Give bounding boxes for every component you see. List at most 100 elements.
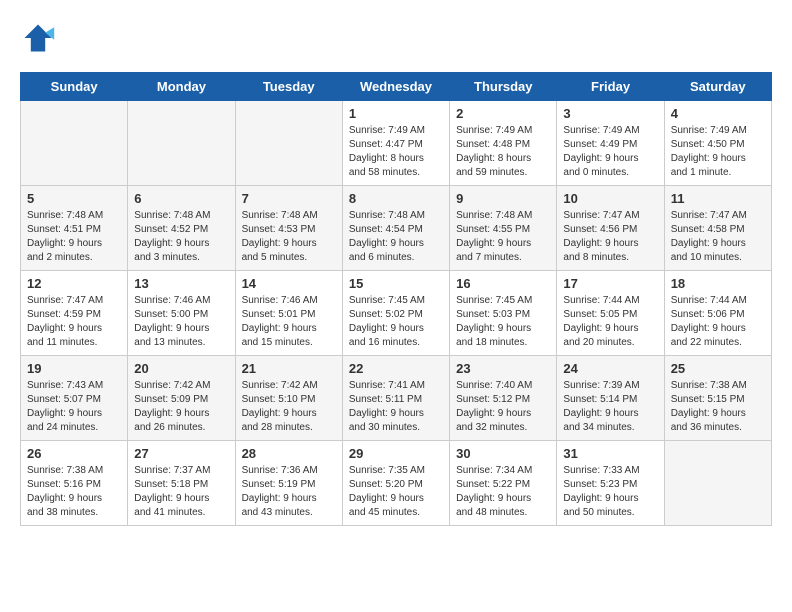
calendar-week-row: 26 Sunrise: 7:38 AM Sunset: 5:16 PM Dayli…	[21, 441, 772, 526]
calendar-cell: 25 Sunrise: 7:38 AM Sunset: 5:15 PM Dayli…	[664, 356, 771, 441]
day-info: Sunrise: 7:43 AM Sunset: 5:07 PM Dayligh…	[27, 379, 121, 435]
calendar-cell: 2 Sunrise: 7:49 AM Sunset: 4:48 PM Daylig…	[450, 101, 557, 186]
day-info: Sunrise: 7:45 AM Sunset: 5:03 PM Dayligh…	[456, 294, 550, 350]
day-info: Sunrise: 7:44 AM Sunset: 5:05 PM Dayligh…	[563, 294, 657, 350]
day-info: Sunrise: 7:38 AM Sunset: 5:15 PM Dayligh…	[671, 379, 765, 435]
day-info: Sunrise: 7:39 AM Sunset: 5:14 PM Dayligh…	[563, 379, 657, 435]
day-info: Sunrise: 7:47 AM Sunset: 4:56 PM Dayligh…	[563, 209, 657, 265]
logo-icon	[20, 20, 56, 56]
day-number: 24	[563, 361, 657, 376]
day-number: 1	[349, 106, 443, 121]
weekday-header-saturday: Saturday	[664, 73, 771, 101]
day-info: Sunrise: 7:37 AM Sunset: 5:18 PM Dayligh…	[134, 464, 228, 520]
day-info: Sunrise: 7:46 AM Sunset: 5:00 PM Dayligh…	[134, 294, 228, 350]
calendar-cell: 6 Sunrise: 7:48 AM Sunset: 4:52 PM Daylig…	[128, 186, 235, 271]
day-info: Sunrise: 7:48 AM Sunset: 4:54 PM Dayligh…	[349, 209, 443, 265]
day-info: Sunrise: 7:49 AM Sunset: 4:48 PM Dayligh…	[456, 124, 550, 180]
weekday-header-tuesday: Tuesday	[235, 73, 342, 101]
day-number: 4	[671, 106, 765, 121]
calendar-cell: 21 Sunrise: 7:42 AM Sunset: 5:10 PM Dayli…	[235, 356, 342, 441]
day-number: 6	[134, 191, 228, 206]
day-number: 12	[27, 276, 121, 291]
day-info: Sunrise: 7:45 AM Sunset: 5:02 PM Dayligh…	[349, 294, 443, 350]
day-number: 14	[242, 276, 336, 291]
day-info: Sunrise: 7:40 AM Sunset: 5:12 PM Dayligh…	[456, 379, 550, 435]
day-info: Sunrise: 7:48 AM Sunset: 4:51 PM Dayligh…	[27, 209, 121, 265]
day-info: Sunrise: 7:42 AM Sunset: 5:10 PM Dayligh…	[242, 379, 336, 435]
calendar-cell: 1 Sunrise: 7:49 AM Sunset: 4:47 PM Daylig…	[342, 101, 449, 186]
day-number: 7	[242, 191, 336, 206]
day-number: 2	[456, 106, 550, 121]
day-number: 31	[563, 446, 657, 461]
day-number: 13	[134, 276, 228, 291]
calendar-cell: 31 Sunrise: 7:33 AM Sunset: 5:23 PM Dayli…	[557, 441, 664, 526]
calendar-cell: 22Sunrise: 7:41 AM Sunset: 5:11 PM Dayli…	[342, 356, 449, 441]
calendar-cell: 24 Sunrise: 7:39 AM Sunset: 5:14 PM Dayli…	[557, 356, 664, 441]
weekday-header-monday: Monday	[128, 73, 235, 101]
calendar-week-row: 12 Sunrise: 7:47 AM Sunset: 4:59 PM Dayli…	[21, 271, 772, 356]
day-info: Sunrise: 7:49 AM Sunset: 4:50 PM Dayligh…	[671, 124, 765, 180]
calendar-cell: 15 Sunrise: 7:45 AM Sunset: 5:02 PM Dayli…	[342, 271, 449, 356]
day-number: 28	[242, 446, 336, 461]
calendar-week-row: 1 Sunrise: 7:49 AM Sunset: 4:47 PM Daylig…	[21, 101, 772, 186]
weekday-header-friday: Friday	[557, 73, 664, 101]
weekday-header-wednesday: Wednesday	[342, 73, 449, 101]
day-info: Sunrise: 7:47 AM Sunset: 4:59 PM Dayligh…	[27, 294, 121, 350]
calendar-cell: 12 Sunrise: 7:47 AM Sunset: 4:59 PM Dayli…	[21, 271, 128, 356]
header	[20, 20, 772, 56]
calendar-cell: 13 Sunrise: 7:46 AM Sunset: 5:00 PM Dayli…	[128, 271, 235, 356]
calendar-cell: 14 Sunrise: 7:46 AM Sunset: 5:01 PM Dayli…	[235, 271, 342, 356]
calendar-cell: 30 Sunrise: 7:34 AM Sunset: 5:22 PM Dayli…	[450, 441, 557, 526]
calendar-cell: 27Sunrise: 7:37 AM Sunset: 5:18 PM Dayli…	[128, 441, 235, 526]
day-info: Sunrise: 7:38 AM Sunset: 5:16 PM Dayligh…	[27, 464, 121, 520]
day-number: 8	[349, 191, 443, 206]
calendar-week-row: 5 Sunrise: 7:48 AM Sunset: 4:51 PM Daylig…	[21, 186, 772, 271]
day-info: Sunrise: 7:36 AM Sunset: 5:19 PM Dayligh…	[242, 464, 336, 520]
calendar-cell: 28 Sunrise: 7:36 AM Sunset: 5:19 PM Dayli…	[235, 441, 342, 526]
calendar-cell: 19 Sunrise: 7:43 AM Sunset: 5:07 PM Dayli…	[21, 356, 128, 441]
day-info: Sunrise: 7:48 AM Sunset: 4:52 PM Dayligh…	[134, 209, 228, 265]
weekday-header-thursday: Thursday	[450, 73, 557, 101]
day-number: 19	[27, 361, 121, 376]
day-info: Sunrise: 7:49 AM Sunset: 4:47 PM Dayligh…	[349, 124, 443, 180]
day-info: Sunrise: 7:44 AM Sunset: 5:06 PM Dayligh…	[671, 294, 765, 350]
day-number: 20	[134, 361, 228, 376]
day-info: Sunrise: 7:49 AM Sunset: 4:49 PM Dayligh…	[563, 124, 657, 180]
logo	[20, 20, 62, 56]
day-info: Sunrise: 7:42 AM Sunset: 5:09 PM Dayligh…	[134, 379, 228, 435]
day-info: Sunrise: 7:47 AM Sunset: 4:58 PM Dayligh…	[671, 209, 765, 265]
day-number: 26	[27, 446, 121, 461]
calendar-cell: 18 Sunrise: 7:44 AM Sunset: 5:06 PM Dayli…	[664, 271, 771, 356]
calendar-cell: 23 Sunrise: 7:40 AM Sunset: 5:12 PM Dayli…	[450, 356, 557, 441]
day-info: Sunrise: 7:46 AM Sunset: 5:01 PM Dayligh…	[242, 294, 336, 350]
weekday-header-sunday: Sunday	[21, 73, 128, 101]
day-number: 11	[671, 191, 765, 206]
day-number: 9	[456, 191, 550, 206]
day-number: 15	[349, 276, 443, 291]
day-number: 30	[456, 446, 550, 461]
day-number: 21	[242, 361, 336, 376]
day-number: 25	[671, 361, 765, 376]
calendar-cell	[128, 101, 235, 186]
calendar-week-row: 19 Sunrise: 7:43 AM Sunset: 5:07 PM Dayli…	[21, 356, 772, 441]
day-info: Sunrise: 7:41 AM Sunset: 5:11 PM Dayligh…	[349, 379, 443, 435]
calendar-cell: 8 Sunrise: 7:48 AM Sunset: 4:54 PM Daylig…	[342, 186, 449, 271]
calendar-cell	[21, 101, 128, 186]
day-number: 23	[456, 361, 550, 376]
calendar-table: SundayMondayTuesdayWednesdayThursdayFrid…	[20, 72, 772, 526]
calendar-cell: 10Sunrise: 7:47 AM Sunset: 4:56 PM Dayli…	[557, 186, 664, 271]
calendar-cell: 11 Sunrise: 7:47 AM Sunset: 4:58 PM Dayli…	[664, 186, 771, 271]
day-info: Sunrise: 7:33 AM Sunset: 5:23 PM Dayligh…	[563, 464, 657, 520]
day-info: Sunrise: 7:48 AM Sunset: 4:53 PM Dayligh…	[242, 209, 336, 265]
day-info: Sunrise: 7:34 AM Sunset: 5:22 PM Dayligh…	[456, 464, 550, 520]
day-number: 29	[349, 446, 443, 461]
day-number: 5	[27, 191, 121, 206]
day-number: 16	[456, 276, 550, 291]
calendar-cell: 7 Sunrise: 7:48 AM Sunset: 4:53 PM Daylig…	[235, 186, 342, 271]
day-number: 18	[671, 276, 765, 291]
day-info: Sunrise: 7:48 AM Sunset: 4:55 PM Dayligh…	[456, 209, 550, 265]
calendar-cell: 4 Sunrise: 7:49 AM Sunset: 4:50 PM Daylig…	[664, 101, 771, 186]
calendar-cell	[664, 441, 771, 526]
calendar-cell	[235, 101, 342, 186]
calendar-cell: 17Sunrise: 7:44 AM Sunset: 5:05 PM Dayli…	[557, 271, 664, 356]
